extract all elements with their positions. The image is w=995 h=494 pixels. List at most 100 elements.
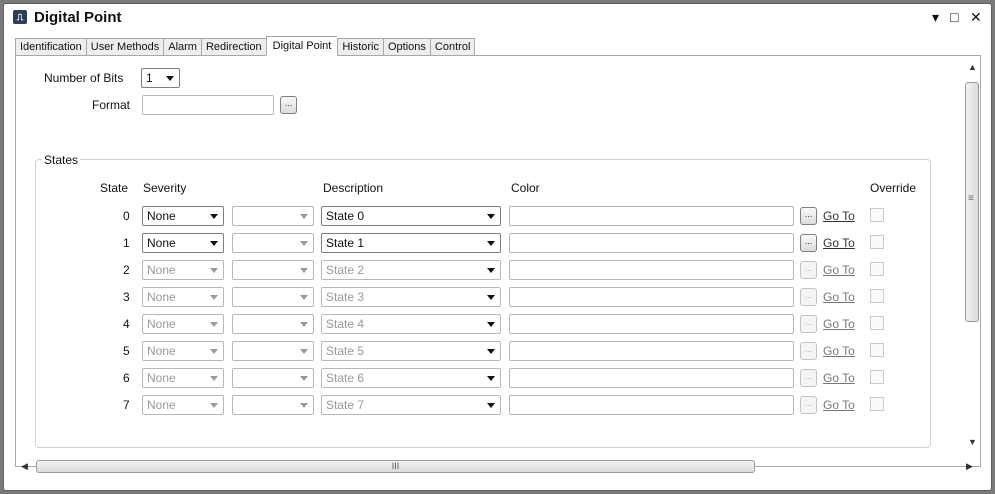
tab-content-digital-point: Number of Bits 1 Format ... States State…	[15, 55, 981, 467]
color-ellipsis-button[interactable]: ...	[800, 369, 817, 387]
severity-level-select[interactable]	[232, 368, 314, 388]
chevron-down-icon	[300, 403, 308, 408]
severity-value: None	[147, 290, 176, 304]
color-ellipsis-button[interactable]: ...	[800, 342, 817, 360]
chevron-down-icon	[487, 268, 495, 273]
format-input[interactable]	[142, 95, 274, 115]
severity-select[interactable]: None	[142, 233, 224, 253]
description-select[interactable]: State 7	[321, 395, 501, 415]
description-select[interactable]: State 4	[321, 314, 501, 334]
color-input[interactable]	[509, 368, 794, 388]
maximize-icon[interactable]: □	[950, 9, 958, 25]
severity-value: None	[147, 209, 176, 223]
severity-level-select[interactable]	[232, 206, 314, 226]
color-input[interactable]	[509, 287, 794, 307]
scroll-left-icon[interactable]: ◀	[21, 461, 28, 472]
override-checkbox[interactable]	[870, 370, 884, 384]
window-title: Digital Point	[34, 9, 122, 26]
scroll-down-icon[interactable]: ▼	[968, 437, 977, 447]
color-ellipsis-button[interactable]: ...	[800, 288, 817, 306]
severity-level-select[interactable]	[232, 314, 314, 334]
state-number: 7	[123, 398, 130, 412]
window-menu-icon[interactable]: ▾	[932, 9, 939, 26]
description-value: State 3	[326, 290, 365, 304]
chevron-down-icon	[487, 214, 495, 219]
tab-user-methods[interactable]: User Methods	[85, 38, 164, 56]
override-checkbox[interactable]	[870, 289, 884, 303]
goto-link[interactable]: Go To	[823, 263, 855, 277]
description-value: State 1	[326, 236, 365, 250]
close-icon[interactable]: ✕	[970, 9, 982, 26]
description-select[interactable]: State 3	[321, 287, 501, 307]
tab-redirection[interactable]: Redirection	[200, 38, 266, 56]
goto-link[interactable]: Go To	[823, 290, 855, 304]
color-input[interactable]	[509, 395, 794, 415]
horizontal-scroll-thumb[interactable]: III	[36, 460, 755, 473]
override-checkbox[interactable]	[870, 262, 884, 276]
format-ellipsis-button[interactable]: ...	[280, 96, 297, 114]
color-input[interactable]	[509, 233, 794, 253]
severity-level-select[interactable]	[232, 341, 314, 361]
color-ellipsis-button[interactable]: ...	[800, 315, 817, 333]
description-select[interactable]: State 2	[321, 260, 501, 280]
color-input[interactable]	[509, 260, 794, 280]
goto-link[interactable]: Go To	[823, 236, 855, 250]
severity-level-select[interactable]	[232, 287, 314, 307]
description-select[interactable]: State 5	[321, 341, 501, 361]
override-checkbox[interactable]	[870, 235, 884, 249]
severity-select[interactable]: None	[142, 341, 224, 361]
state-number: 6	[123, 371, 130, 385]
override-checkbox[interactable]	[870, 397, 884, 411]
tab-control[interactable]: Control	[429, 38, 476, 56]
chevron-down-icon	[300, 349, 308, 354]
description-select[interactable]: State 1	[321, 233, 501, 253]
override-checkbox[interactable]	[870, 316, 884, 330]
goto-link[interactable]: Go To	[823, 371, 855, 385]
tab-historic[interactable]: Historic	[337, 38, 383, 56]
vertical-scrollbar[interactable]: ▲ ≡ ▼	[963, 60, 980, 452]
chevron-down-icon	[487, 241, 495, 246]
color-ellipsis-button[interactable]: ...	[800, 396, 817, 414]
description-value: State 6	[326, 371, 365, 385]
override-checkbox[interactable]	[870, 343, 884, 357]
chevron-down-icon	[210, 241, 218, 246]
chevron-down-icon	[210, 295, 218, 300]
vertical-scroll-thumb[interactable]: ≡	[965, 82, 979, 322]
severity-select[interactable]: None	[142, 260, 224, 280]
color-ellipsis-button[interactable]: ...	[800, 234, 817, 252]
color-input[interactable]	[509, 314, 794, 334]
scroll-up-icon[interactable]: ▲	[968, 62, 977, 72]
tab-options[interactable]: Options	[383, 38, 430, 56]
goto-link[interactable]: Go To	[823, 209, 855, 223]
chevron-down-icon	[300, 241, 308, 246]
vertical-grip-icon: ≡	[968, 193, 974, 204]
tab-identification[interactable]: Identification	[15, 38, 86, 56]
severity-level-select[interactable]	[232, 395, 314, 415]
severity-select[interactable]: None	[142, 287, 224, 307]
severity-select[interactable]: None	[142, 206, 224, 226]
color-input[interactable]	[509, 341, 794, 361]
horizontal-scrollbar[interactable]: ◀ III ▶	[15, 458, 981, 475]
severity-level-select[interactable]	[232, 260, 314, 280]
tab-digital-point[interactable]: Digital Point	[265, 36, 338, 56]
goto-link[interactable]: Go To	[823, 317, 855, 331]
tab-alarm[interactable]: Alarm	[163, 38, 201, 56]
title-bar: ⎍ Digital Point ▾ □ ✕	[4, 4, 991, 32]
goto-link[interactable]: Go To	[823, 398, 855, 412]
goto-link[interactable]: Go To	[823, 344, 855, 358]
severity-value: None	[147, 236, 176, 250]
color-ellipsis-button[interactable]: ...	[800, 261, 817, 279]
severity-select[interactable]: None	[142, 368, 224, 388]
chevron-down-icon	[300, 214, 308, 219]
color-ellipsis-button[interactable]: ...	[800, 207, 817, 225]
override-checkbox[interactable]	[870, 208, 884, 222]
severity-select[interactable]: None	[142, 314, 224, 334]
scroll-right-icon[interactable]: ▶	[966, 461, 973, 472]
severity-level-select[interactable]	[232, 233, 314, 253]
description-select[interactable]: State 0	[321, 206, 501, 226]
bits-select[interactable]: 1	[141, 68, 180, 88]
description-select[interactable]: State 6	[321, 368, 501, 388]
bits-label: Number of Bits	[44, 71, 124, 85]
severity-select[interactable]: None	[142, 395, 224, 415]
color-input[interactable]	[509, 206, 794, 226]
